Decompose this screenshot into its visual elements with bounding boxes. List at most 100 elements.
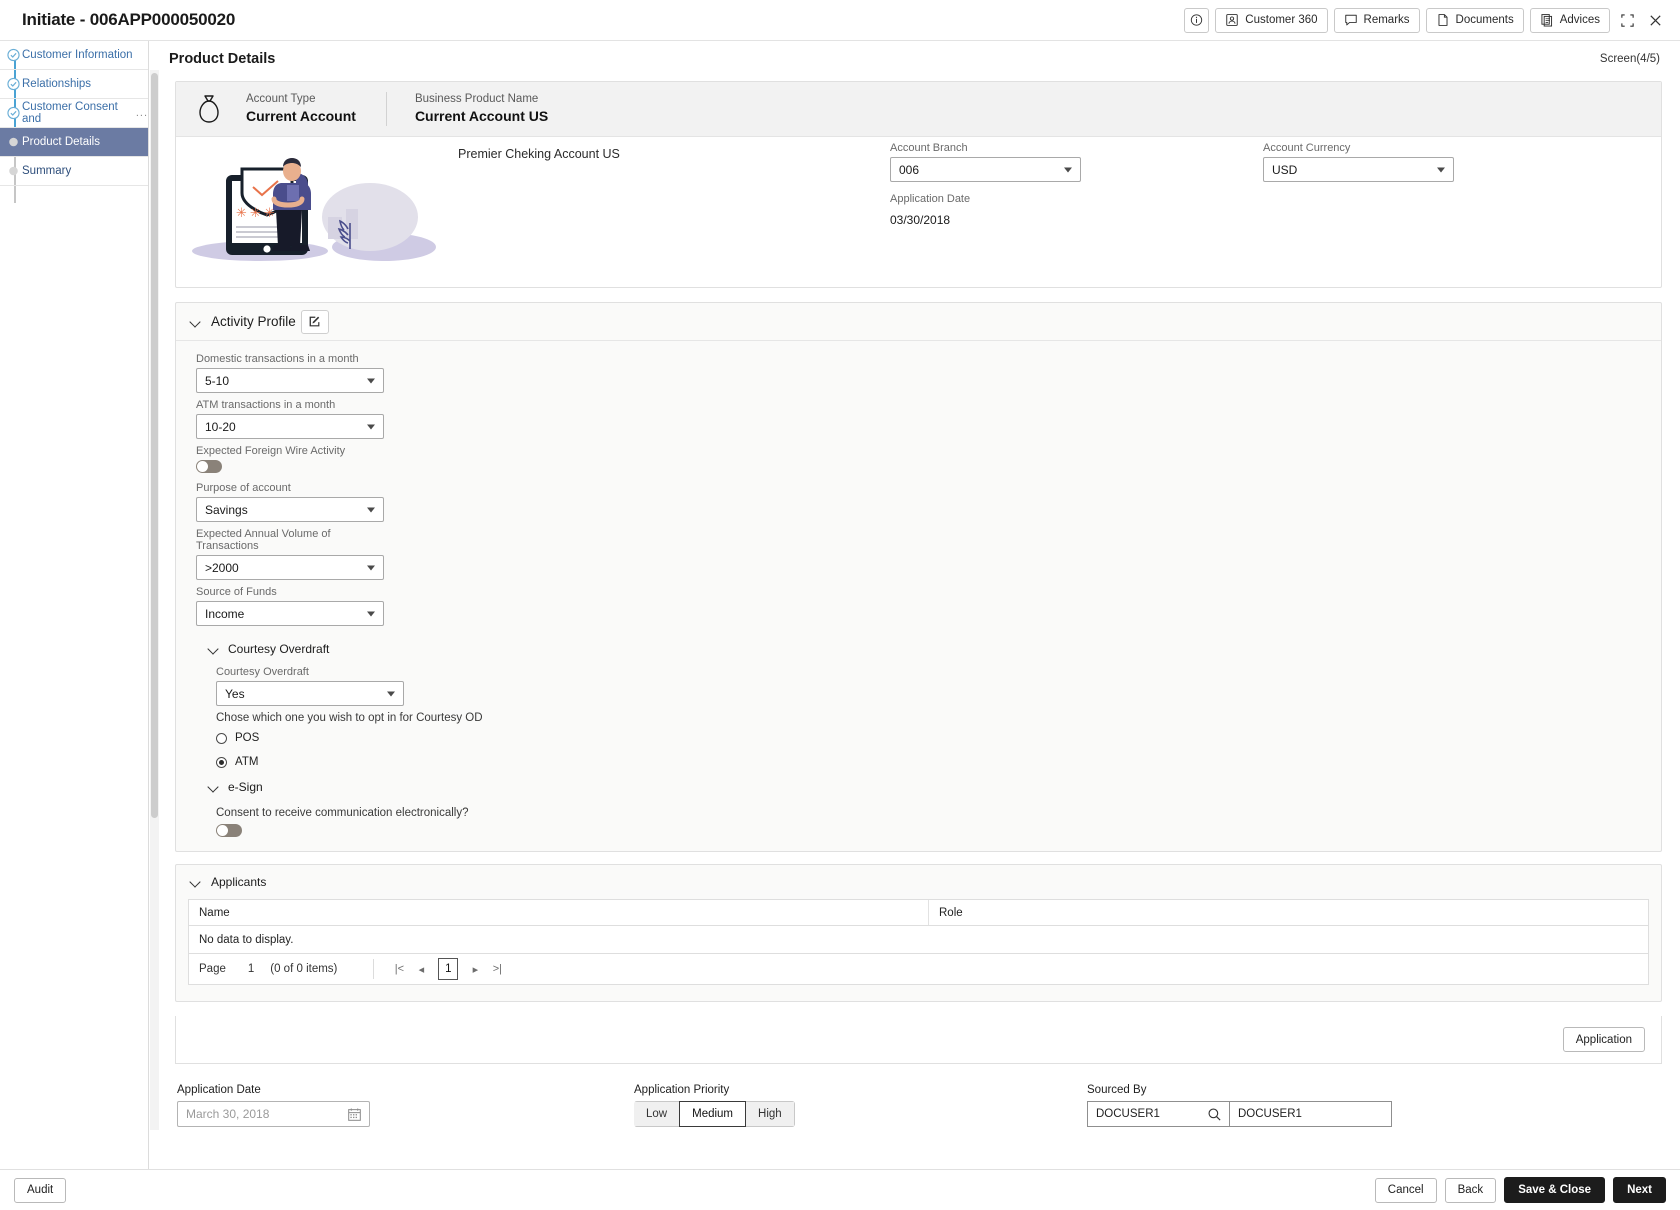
pending-step-dot-icon: [9, 166, 18, 176]
sourced-by-code-value: DOCUSER1: [1096, 1108, 1160, 1120]
sidebar-item-customer-consent[interactable]: Customer Consent and ...: [0, 99, 148, 128]
priority-option-medium[interactable]: Medium: [679, 1101, 747, 1127]
svg-text:✳: ✳: [250, 206, 261, 221]
activity-profile-header[interactable]: Activity Profile: [176, 303, 1661, 341]
customer-360-button[interactable]: Customer 360: [1215, 7, 1328, 33]
account-branch-field: Account Branch 006: [890, 142, 1081, 182]
annual-volume-select[interactable]: >2000: [196, 555, 384, 580]
bottom-application-date-label: Application Date: [177, 1084, 261, 1096]
audit-button[interactable]: Audit: [14, 1177, 67, 1203]
money-bag-icon: [199, 95, 219, 123]
annual-volume-value: >2000: [205, 560, 239, 575]
main-content-area: Product Details Screen(4/5) Account Type…: [149, 41, 1680, 1169]
courtesy-od-option-atm[interactable]: ATM: [216, 756, 1661, 768]
business-product-block: Business Product Name Current Account US: [385, 92, 578, 126]
info-icon-button[interactable]: [1184, 7, 1210, 33]
comment-icon: [1344, 14, 1357, 26]
advices-button[interactable]: Advices: [1529, 7, 1610, 33]
customer-360-label: Customer 360: [1245, 14, 1318, 26]
esign-header[interactable]: e-Sign: [196, 780, 1661, 794]
application-date-input[interactable]: March 30, 2018: [177, 1101, 370, 1127]
courtesy-od-helper-text: Chose which one you wish to opt in for C…: [216, 712, 483, 724]
product-illustration: ✳ ✳ ✳ ✳: [192, 158, 436, 261]
save-and-close-button[interactable]: Save & Close: [1504, 1177, 1606, 1203]
page-title: Product Details: [169, 51, 276, 67]
account-currency-label: Account Currency: [1263, 142, 1351, 154]
user-card-icon: [1226, 14, 1239, 26]
account-type-label: Account Type: [246, 93, 316, 105]
search-icon[interactable]: [1207, 1107, 1222, 1122]
source-of-funds-select[interactable]: Income: [196, 601, 384, 626]
documents-button[interactable]: Documents: [1425, 7, 1524, 33]
account-branch-select[interactable]: 006: [890, 157, 1081, 182]
courtesy-overdraft-select[interactable]: Yes: [216, 681, 404, 706]
current-step-dot-icon: [9, 137, 18, 147]
atm-transactions-select[interactable]: 10-20: [196, 414, 384, 439]
annual-volume-field: Expected Annual Volume of Transactions >…: [196, 528, 384, 580]
next-button[interactable]: Next: [1613, 1177, 1666, 1203]
pager-items-count: (0 of 0 items): [270, 963, 338, 975]
product-name: Premier Cheking Account US: [458, 147, 620, 161]
content-scrollbar-track[interactable]: [150, 70, 159, 1130]
courtesy-od-option-pos[interactable]: POS: [216, 732, 1661, 744]
sidebar-item-summary[interactable]: Summary: [0, 157, 148, 186]
sourced-by-label: Sourced By: [1087, 1084, 1147, 1096]
sidebar-item-product-details[interactable]: Product Details: [0, 128, 148, 157]
foreign-wire-activity-field: Expected Foreign Wire Activity: [196, 445, 384, 473]
screen-counter: Screen(4/5): [1599, 53, 1660, 65]
content-scrollbar-thumb[interactable]: [151, 73, 158, 818]
domestic-transactions-select[interactable]: 5-10: [196, 368, 384, 393]
priority-option-high[interactable]: High: [745, 1101, 795, 1127]
svg-text:✳: ✳: [236, 206, 247, 221]
purpose-of-account-label: Purpose of account: [196, 482, 291, 494]
chevron-down-icon: [1437, 167, 1445, 172]
edit-icon: [309, 316, 320, 327]
courtesy-overdraft-header[interactable]: Courtesy Overdraft: [196, 642, 1661, 656]
pager-first-button[interactable]: |<: [388, 959, 410, 979]
chevron-down-icon: [367, 424, 375, 429]
activity-profile-edit-button[interactable]: [300, 309, 329, 334]
applicants-action-row: Application: [175, 1016, 1662, 1064]
purpose-of-account-select[interactable]: Savings: [196, 497, 384, 522]
pager-divider: [373, 959, 375, 979]
close-button[interactable]: [1644, 9, 1666, 31]
application-priority-group: Application Priority Low Medium High: [634, 1084, 795, 1127]
foreign-wire-activity-toggle[interactable]: [196, 460, 222, 473]
applicants-empty-message: No data to display.: [189, 926, 1648, 954]
priority-option-low[interactable]: Low: [634, 1101, 681, 1127]
chevron-down-icon: [387, 691, 395, 696]
pager-current-page[interactable]: 1: [438, 958, 459, 980]
app-footer: Audit Cancel Back Save & Close Next: [0, 1169, 1680, 1210]
sourced-by-name-input[interactable]: DOCUSER1: [1230, 1101, 1392, 1127]
applicants-header[interactable]: Applicants: [176, 865, 1661, 899]
radio-pos-icon[interactable]: [216, 732, 227, 744]
pager-prev-button[interactable]: ◂: [410, 959, 432, 979]
sidebar-item-customer-information[interactable]: Customer Information: [0, 41, 148, 70]
wizard-sidebar: Customer Information Relationships Custo…: [0, 41, 149, 1169]
application-button[interactable]: Application: [1562, 1027, 1645, 1052]
pager-page-label: Page: [199, 963, 226, 975]
pager-last-button[interactable]: >|: [486, 959, 508, 979]
cancel-button[interactable]: Cancel: [1374, 1177, 1437, 1203]
esign-consent-toggle[interactable]: [216, 824, 242, 837]
sidebar-item-ellipsis: ...: [135, 107, 148, 119]
product-summary-panel: Account Type Current Account Business Pr…: [175, 81, 1662, 288]
activity-profile-panel: Activity Profile Domestic transactions i…: [175, 302, 1662, 852]
atm-transactions-label: ATM transactions in a month: [196, 399, 336, 411]
sidebar-item-relationships[interactable]: Relationships: [0, 70, 148, 99]
remarks-button[interactable]: Remarks: [1333, 7, 1420, 33]
foreign-wire-activity-label: Expected Foreign Wire Activity: [196, 445, 346, 457]
account-currency-select[interactable]: USD: [1263, 157, 1454, 182]
sourced-by-code-input[interactable]: DOCUSER1: [1087, 1101, 1230, 1127]
pager-next-button[interactable]: ▸: [464, 959, 486, 979]
account-currency-field: Account Currency USD: [1263, 142, 1454, 182]
radio-atm-icon[interactable]: [216, 756, 227, 768]
sidebar-item-label: Relationships: [22, 78, 92, 90]
check-circle-icon: [7, 77, 20, 91]
toggle-knob: [197, 461, 208, 472]
minimize-button[interactable]: [1616, 9, 1638, 31]
courtesy-overdraft-body: Courtesy Overdraft Yes Chose which one y…: [196, 656, 1661, 768]
calendar-icon[interactable]: [347, 1107, 362, 1122]
back-button[interactable]: Back: [1444, 1177, 1497, 1203]
info-icon: [1191, 14, 1203, 26]
